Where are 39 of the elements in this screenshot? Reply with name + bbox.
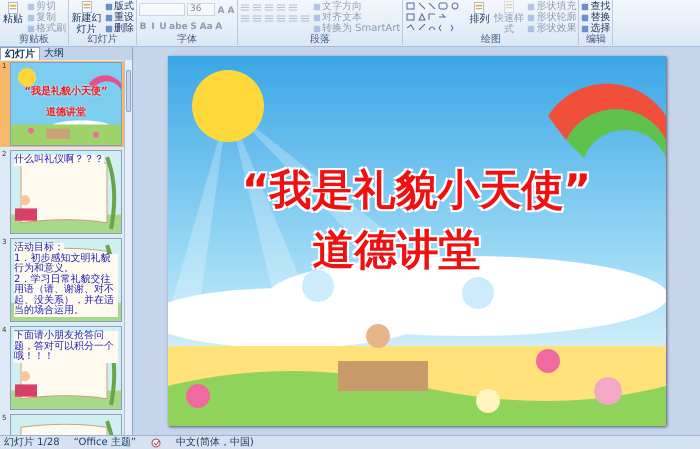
panel-tab[interactable]: 大纲 (40, 47, 68, 60)
group-label: 编辑 (584, 34, 607, 45)
slide-title: “我是礼貌小天使” (242, 164, 592, 216)
document-icon (6, 2, 20, 14)
ribbon-button[interactable]: 查找 (581, 1, 610, 12)
slide-thumbnail[interactable]: “我是礼貌小天使” 道德讲堂 (10, 62, 122, 146)
theme-name: “Office 主题” (74, 436, 136, 449)
ribbon-button[interactable]: 替换 (581, 12, 610, 23)
slide-thumbnail[interactable]: 什么叫礼仪啊？？？ (10, 150, 122, 234)
group-label: 剪贴板 (18, 34, 50, 45)
ribbon-button[interactable]: 重设 (105, 12, 134, 23)
document-icon (80, 1, 94, 13)
panel-tab[interactable]: 幻灯片 (0, 47, 40, 60)
slide-thumbnail[interactable]: 活动目标： 1．初步感知文明礼貌行为和意义。 2．学习日常礼貌交往用语（请、谢谢、对不起、没关系），并在适当的场合运用。 (10, 238, 122, 322)
thumbnail-text: 1．初步感知文明礼貌行为和意义。 (14, 254, 118, 274)
scrollbar[interactable] (124, 60, 132, 435)
group-label: 幻灯片 (86, 34, 118, 45)
slide-title: 道德讲堂 (312, 224, 480, 276)
thumbnail-text: 2．学习日常礼貌交往用语（请、谢谢、对不起、没关系），并在适当的场合运用。 (14, 274, 118, 316)
thumbnail-text: 道德讲堂 (46, 106, 86, 119)
group-label: 绘图 (480, 34, 502, 45)
thumbnail-text: “我是礼貌小天使” (24, 85, 108, 98)
ribbon-button[interactable]: 排列 (468, 1, 490, 25)
slide-thumbnail[interactable]: 下面请小朋友抢答问题，答对可以积分一个哦！！！ (10, 326, 122, 410)
thumbnail-text: 什么叫礼仪啊？？？ (14, 155, 104, 166)
slide-counter: 幻灯片 1/28 (4, 436, 60, 449)
thumbnail-text: 下面请小朋友抢答问题，答对可以积分一个哦！！！ (14, 331, 118, 362)
ribbon-button[interactable]: 选择 (581, 23, 610, 34)
document-icon (472, 2, 486, 14)
ribbon-button[interactable]: 新建幻灯片 (71, 0, 102, 35)
group-label: 段落 (309, 34, 332, 45)
ribbon-button[interactable]: 删除 (105, 23, 134, 34)
thumbnail-text: 活动目标： (14, 243, 64, 254)
ribbon-button[interactable]: 粘贴 (2, 1, 24, 25)
group-label: 字体 (176, 34, 198, 45)
language: 中文(简体，中国) (176, 436, 254, 449)
document-icon (502, 1, 516, 13)
spellcheck-icon[interactable] (150, 438, 162, 448)
ribbon-button[interactable]: 版式 (105, 1, 134, 12)
